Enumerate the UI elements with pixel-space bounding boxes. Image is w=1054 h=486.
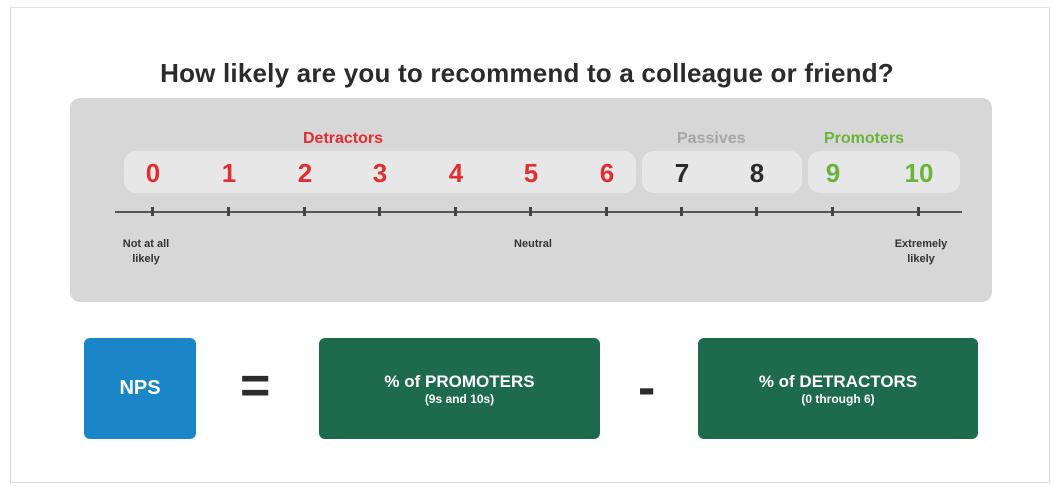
minus-sign: -: [638, 359, 656, 417]
score-5: 5: [523, 158, 539, 188]
score-7: 7: [674, 158, 690, 188]
score-3: 3: [372, 158, 388, 188]
promoters-percent-label: % of PROMOTERS: [384, 371, 535, 391]
equals-sign: =: [240, 357, 271, 415]
axis-label-left-line2: likely: [132, 253, 160, 265]
score-10: 10: [904, 158, 934, 188]
axis-tick-2: [303, 207, 306, 216]
promoters-percent-sublabel: (9s and 10s): [424, 391, 495, 406]
passives-label: Passives: [677, 130, 746, 147]
score-0: 0: [145, 158, 161, 188]
axis-tick-5: [529, 207, 532, 216]
axis-tick-4: [454, 207, 457, 216]
axis-tick-10: [917, 207, 920, 216]
detractors-percent-box: % of DETRACTORS (0 through 6): [698, 338, 978, 439]
detractors-percent-label: % of DETRACTORS: [758, 371, 918, 391]
axis-tick-9: [831, 207, 834, 216]
axis-tick-8: [755, 207, 758, 216]
axis-tick-3: [378, 207, 381, 216]
scale-axis-line: [115, 211, 962, 213]
score-1: 1: [221, 158, 237, 188]
axis-label-left-line1: Not at all: [122, 238, 170, 250]
score-8: 8: [749, 158, 765, 188]
axis-label-extremely-likely: Extremely likely: [861, 237, 981, 267]
scale-panel: [70, 98, 992, 302]
promoters-label: Promoters: [824, 130, 905, 147]
axis-label-not-at-all-likely: Not at all likely: [86, 237, 206, 267]
axis-label-neutral: Neutral: [514, 238, 552, 250]
score-2: 2: [297, 158, 313, 188]
detractors-percent-sublabel: (0 through 6): [801, 391, 875, 406]
axis-label-right-line2: likely: [907, 253, 935, 265]
detractors-label: Detractors: [303, 130, 384, 147]
axis-tick-7: [680, 207, 683, 216]
axis-tick-0: [151, 207, 154, 216]
axis-tick-1: [227, 207, 230, 216]
axis-label-right-line1: Extremely: [894, 238, 948, 250]
score-4: 4: [448, 158, 464, 188]
axis-tick-6: [605, 207, 608, 216]
nps-box: NPS: [84, 338, 196, 439]
score-9: 9: [825, 158, 841, 188]
score-6: 6: [599, 158, 615, 188]
nps-label: NPS: [119, 377, 161, 399]
promoters-percent-box: % of PROMOTERS (9s and 10s): [319, 338, 600, 439]
page-title: How likely are you to recommend to a col…: [160, 58, 894, 88]
